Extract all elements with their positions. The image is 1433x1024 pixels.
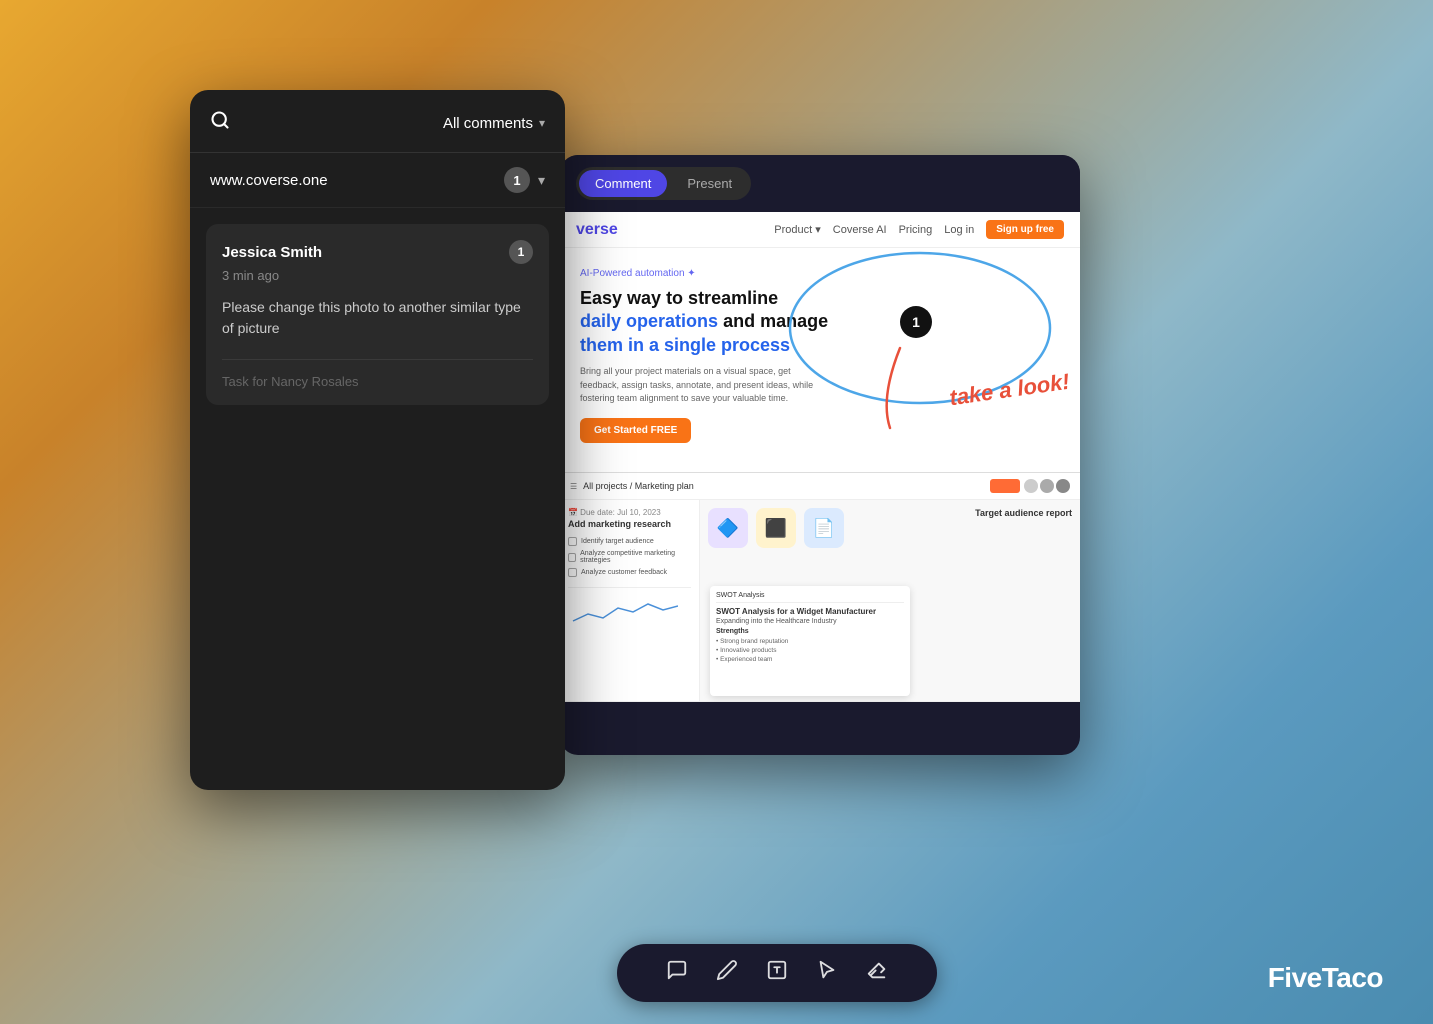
- comment-body: Please change this photo to another simi…: [222, 297, 533, 339]
- webpage-hero: AI-Powered automation ✦ Easy way to stre…: [560, 248, 1080, 453]
- chevron-down-icon: ▾: [539, 116, 545, 130]
- bottom-toolbar: [617, 944, 937, 1002]
- webpage-logo: verse: [576, 221, 618, 239]
- browser-content: verse Product ▾ Coverse AI Pricing Log i…: [560, 212, 1080, 702]
- toolbar-text-icon[interactable]: [766, 959, 788, 987]
- comment-task-label: Task for Nancy Rosales: [222, 359, 533, 389]
- url-controls: 1 ▾: [504, 167, 545, 193]
- comment-count-badge: 1: [509, 240, 533, 264]
- browser-panel: Comment Present verse Product ▾ Coverse …: [560, 155, 1080, 755]
- webpage-nav: verse Product ▾ Coverse AI Pricing Log i…: [560, 212, 1080, 248]
- url-row: www.coverse.one 1 ▾: [190, 153, 565, 208]
- comment-card: Jessica Smith 1 3 min ago Please change …: [206, 224, 549, 405]
- nav-login: Log in: [944, 224, 974, 236]
- target-audience-label: Target audience report: [975, 508, 1072, 518]
- all-comments-filter[interactable]: All comments ▾: [443, 115, 545, 132]
- webpage-nav-links: Product ▾ Coverse AI Pricing Log in Sign…: [774, 220, 1064, 239]
- comment-timestamp: 3 min ago: [222, 268, 533, 283]
- toolbar-comment-icon[interactable]: [666, 959, 688, 987]
- hero-line4: them in a single process: [580, 335, 790, 355]
- toolbar-pencil-icon[interactable]: [716, 959, 738, 987]
- inner-panel-title: All projects / Marketing plan: [583, 481, 694, 491]
- search-icon[interactable]: [210, 110, 230, 136]
- comments-header: All comments ▾: [190, 90, 565, 153]
- task-item-3: Analyze customer feedback: [581, 569, 667, 576]
- tab-group: Comment Present: [576, 167, 751, 200]
- toolbar-eraser-icon[interactable]: [866, 959, 888, 987]
- task-item-1: Identify target audience: [581, 538, 654, 545]
- get-started-button[interactable]: Get Started FREE: [580, 418, 691, 443]
- tab-comment[interactable]: Comment: [579, 170, 667, 197]
- take-a-look-annotation: take a look!: [948, 368, 1071, 411]
- url-count-badge: 1: [504, 167, 530, 193]
- fivetaco-branding: FiveTaco: [1268, 962, 1383, 994]
- nav-product: Product ▾: [774, 223, 821, 236]
- nav-ai: Coverse AI: [833, 224, 887, 236]
- comments-panel: All comments ▾ www.coverse.one 1 ▾ Jessi…: [190, 90, 565, 790]
- comment-author-row: Jessica Smith 1: [222, 240, 533, 264]
- toolbar-cursor-icon[interactable]: [816, 959, 838, 987]
- ai-badge: AI-Powered automation ✦: [580, 268, 1060, 279]
- hero-line2: daily operations: [580, 311, 718, 331]
- hero-title: Easy way to streamline daily operations …: [580, 287, 860, 357]
- url-label: www.coverse.one: [210, 172, 328, 189]
- task-item-2: Analyze competitive marketing strategies: [580, 550, 691, 564]
- browser-topbar: Comment Present: [560, 155, 1080, 212]
- signup-button[interactable]: Sign up free: [986, 220, 1064, 239]
- tab-present[interactable]: Present: [671, 170, 748, 197]
- annotation-arrow-svg: [860, 338, 1080, 488]
- url-chevron-icon[interactable]: ▾: [538, 172, 545, 189]
- hero-description: Bring all your project materials on a vi…: [580, 365, 820, 406]
- task-title: Add marketing research: [568, 519, 691, 529]
- hero-line1: Easy way to streamline: [580, 288, 778, 308]
- annotation-number-badge: 1: [900, 306, 932, 338]
- inner-screenshot: ☰ All projects / Marketing plan 📅 Due da…: [560, 472, 1080, 702]
- nav-pricing: Pricing: [899, 224, 933, 236]
- comment-author: Jessica Smith: [222, 244, 322, 261]
- hero-line3: and manage: [723, 311, 828, 331]
